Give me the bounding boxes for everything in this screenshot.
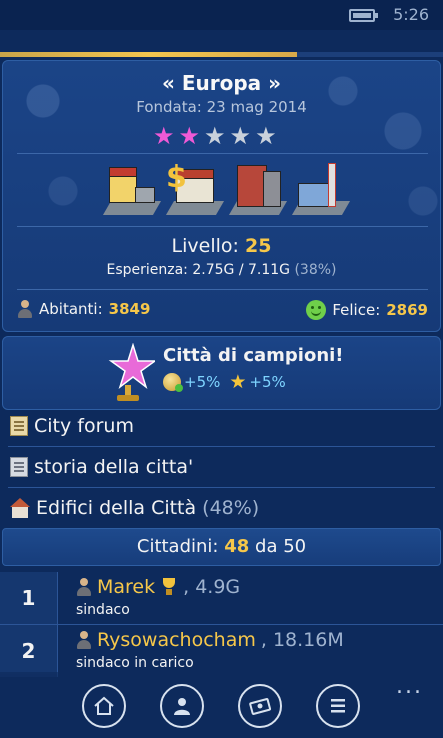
person-icon	[17, 300, 33, 318]
history-icon	[10, 457, 28, 477]
citizen-score: , 4.9G	[183, 576, 241, 598]
factory-building-icon[interactable]	[291, 161, 351, 217]
city-info-panel: « Europa » Fondata: 23 mag 2014 ★ ★ ★ ★ ★ $	[2, 60, 441, 332]
building-icon	[10, 498, 30, 518]
star-empty-icon: ★	[204, 122, 226, 150]
star-empty-icon: ★	[255, 122, 277, 150]
city-level: Livello: 25	[3, 235, 440, 257]
menu-item-city-buildings[interactable]: Edifici della Città (48%)	[0, 488, 443, 528]
inhabitants-stat: Abitanti: 3849	[17, 300, 150, 318]
citizen-score: , 18.16M	[260, 629, 344, 651]
coin-icon	[163, 373, 183, 392]
champions-bonus: +5% ★ +5%	[163, 371, 286, 393]
citizen-role: sindaco	[76, 602, 130, 618]
citizens-header: Cittadini: 48 da 50	[2, 528, 441, 566]
citizen-rank: 2	[0, 625, 58, 677]
menu-item-label: Edifici della Città	[36, 497, 197, 519]
level-value: 25	[244, 235, 272, 257]
more-options-button[interactable]: ...	[396, 674, 423, 699]
star-trophy-icon	[108, 343, 155, 401]
happy-label: Felice:	[332, 301, 381, 319]
home-button[interactable]	[82, 684, 126, 728]
trophy-icon	[160, 578, 178, 596]
experience-value: Esperienza: 2.75G / 7.11G	[106, 262, 291, 278]
profile-icon	[174, 698, 190, 715]
citizen-rank: 1	[0, 572, 58, 624]
coin-bonus: +5%	[184, 373, 221, 391]
menu-item-label: storia della citta'	[34, 456, 194, 478]
loading-progress-bar	[0, 52, 443, 57]
menu-item-label: City forum	[34, 415, 134, 437]
citizen-name: Marek	[97, 576, 156, 598]
citizens-label: Cittadini:	[136, 536, 219, 557]
buildings-percent: (48%)	[202, 497, 260, 519]
inhabitants-label: Abitanti:	[39, 300, 103, 318]
star-bonus: +5%	[249, 373, 286, 391]
star-filled-icon: ★	[178, 122, 201, 150]
happiness-stat: Felice: 2869	[306, 300, 428, 320]
city-experience: Esperienza: 2.75G / 7.11G (38%)	[3, 262, 440, 278]
home-icon	[94, 696, 114, 715]
star-empty-icon: ★	[229, 122, 252, 150]
divider	[17, 226, 428, 227]
garage-building-icon[interactable]	[102, 161, 162, 217]
citizen-row[interactable]: 1 Marek , 4.9G sindaco	[0, 572, 443, 624]
citizen-row[interactable]: 2 Rysowachocham , 18.16M sindaco in cari…	[0, 625, 443, 677]
profile-button[interactable]	[160, 684, 204, 728]
forum-icon	[10, 416, 28, 436]
experience-percent: (38%)	[294, 262, 337, 278]
person-icon	[76, 578, 92, 596]
citizen-role: sindaco in carico	[76, 655, 194, 671]
city-founded-date: Fondata: 23 mag 2014	[136, 98, 307, 116]
city-name: « Europa »	[161, 71, 282, 95]
divider	[17, 153, 428, 154]
money-icon	[249, 698, 272, 715]
menu-item-city-forum[interactable]: City forum	[0, 406, 443, 446]
divider	[17, 289, 428, 290]
inhabitants-value: 3849	[108, 300, 151, 318]
citizens-capacity: da 50	[255, 536, 307, 557]
happy-value: 2869	[386, 301, 428, 319]
list-button[interactable]	[316, 684, 360, 728]
smile-icon	[306, 300, 327, 320]
battery-charging-icon	[349, 9, 378, 22]
person-icon	[76, 631, 92, 649]
apartment-building-icon[interactable]	[228, 161, 288, 217]
citizen-name: Rysowachocham	[97, 629, 256, 651]
city-buildings: $	[102, 161, 351, 217]
star-icon: ★	[229, 371, 247, 393]
clock: 5:26	[393, 5, 429, 24]
app-bar: ...	[0, 672, 443, 738]
champions-panel[interactable]: Città di campioni! +5% ★ +5%	[2, 336, 441, 410]
level-label: Livello:	[171, 235, 239, 257]
bank-building-icon[interactable]: $	[165, 161, 225, 217]
status-bar: 5:26	[0, 0, 443, 30]
money-button[interactable]	[238, 684, 282, 728]
star-filled-icon: ★	[153, 122, 175, 150]
city-star-rating: ★ ★ ★ ★ ★	[153, 123, 277, 149]
list-icon	[331, 699, 345, 713]
champions-title: Città di campioni!	[163, 345, 344, 366]
menu-item-city-history[interactable]: storia della citta'	[0, 447, 443, 487]
citizens-count: 48	[224, 536, 250, 557]
